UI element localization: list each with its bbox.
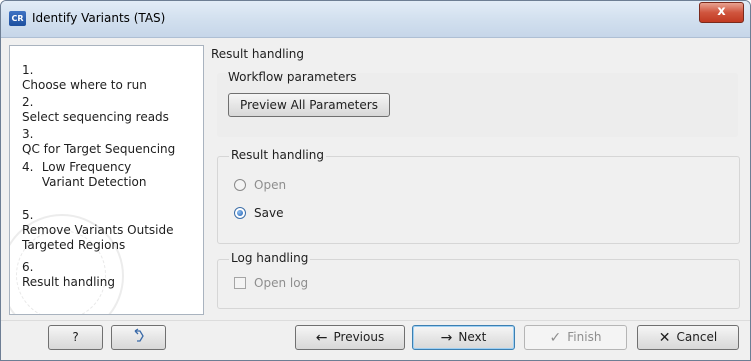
step-number: 5. [22, 208, 34, 222]
step-qc-target-sequencing: 3. QC for Target Sequencing [22, 127, 200, 157]
title-bar[interactable]: CR Identify Variants (TAS) x [1, 1, 750, 38]
wizard-steps-panel: 1. Choose where to run 2. Select sequenc… [9, 45, 204, 315]
previous-label: Previous [333, 330, 385, 344]
step-choose-where-to-run: 1. Choose where to run [22, 63, 200, 93]
step-select-sequencing-reads: 2. Select sequencing reads [22, 95, 200, 125]
group-label: Result handling [229, 148, 326, 162]
step-label: Remove Variants Outside Targeted Regions [22, 223, 174, 252]
step-number: 1. [22, 63, 34, 77]
arrow-right-icon: → [440, 330, 453, 346]
open-log-checkbox[interactable]: Open log [234, 276, 308, 290]
dialog-window: CR Identify Variants (TAS) x 1. Choose w… [0, 0, 751, 361]
step-label: QC for Target Sequencing [22, 142, 176, 156]
arrow-left-icon: ← [315, 330, 328, 346]
next-label: Next [458, 330, 487, 344]
finish-button[interactable]: ✓ Finish [524, 325, 627, 350]
radio-indicator [234, 179, 246, 191]
help-button[interactable]: ? [48, 325, 103, 350]
x-icon: ✕ [658, 330, 671, 346]
step-number: 4. [22, 160, 34, 174]
group-label: Log handling [229, 251, 311, 265]
step-remove-variants-outside: 5. Remove Variants Outside Targeted Regi… [22, 208, 200, 253]
radio-label: Save [254, 206, 284, 220]
step-result-handling: 6. Result handling [22, 260, 200, 290]
checkbox-label: Open log [254, 276, 309, 290]
group-label: Workflow parameters [228, 70, 357, 84]
result-handling-group: Result handling Open Save [217, 148, 740, 244]
checkmark-icon: ✓ [549, 330, 562, 346]
step-label: Low Frequency Variant Detection [41, 160, 147, 189]
log-handling-group: Log handling Open log [217, 251, 740, 309]
step-number: 3. [22, 127, 34, 141]
main-panel: Result handling Workflow parameters Prev… [208, 45, 749, 313]
window-title: Identify Variants (TAS) [32, 11, 166, 25]
radio-indicator [234, 207, 246, 219]
finish-label: Finish [567, 330, 602, 344]
checkbox-indicator [234, 277, 246, 289]
close-icon: x [717, 4, 726, 19]
workflow-parameters-group: Workflow parameters Preview All Paramete… [217, 70, 738, 137]
open-radio[interactable]: Open [234, 178, 286, 192]
page-title: Result handling [211, 47, 304, 61]
cancel-label: Cancel [676, 330, 718, 344]
preview-all-parameters-button[interactable]: Preview All Parameters [228, 93, 390, 117]
undo-icon [131, 328, 147, 344]
previous-button[interactable]: ← Previous [295, 325, 405, 350]
close-button[interactable]: x [699, 2, 744, 23]
radio-label: Open [254, 178, 287, 192]
cancel-button[interactable]: ✕ Cancel [637, 325, 739, 350]
step-low-frequency-variant-detection: 4. Low Frequency Variant Detection [22, 160, 200, 190]
step-label: Result handling [22, 275, 115, 289]
step-label: Select sequencing reads [22, 110, 169, 124]
step-number: 2. [22, 95, 34, 109]
step-number: 6. [22, 260, 34, 274]
app-icon: CR [9, 11, 26, 26]
step-label: Choose where to run [22, 78, 147, 92]
reset-button[interactable] [111, 325, 166, 350]
footer-divider [1, 320, 750, 321]
save-radio[interactable]: Save [234, 206, 283, 220]
next-button[interactable]: → Next [412, 325, 515, 350]
